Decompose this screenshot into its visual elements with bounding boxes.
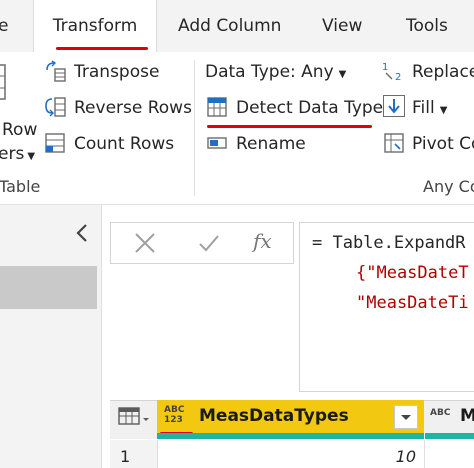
rename-button[interactable]: Rename bbox=[236, 133, 306, 155]
tab-add-column[interactable]: Add Column bbox=[178, 0, 281, 52]
data-type-dropdown[interactable]: Data Type: Any ▼ bbox=[205, 61, 346, 86]
svg-text:1: 1 bbox=[382, 62, 388, 73]
transpose-button[interactable]: Transpose bbox=[74, 61, 159, 83]
transpose-icon bbox=[44, 60, 66, 82]
annotation-underline-detect bbox=[207, 125, 372, 128]
next-column-quality-bar bbox=[425, 433, 474, 439]
insert-function-button[interactable]: fx bbox=[253, 229, 272, 253]
tab-view[interactable]: View bbox=[322, 0, 362, 52]
commit-formula-icon[interactable] bbox=[197, 231, 219, 253]
ribbon-tab-bar: e Transform Add Column View Tools bbox=[0, 0, 474, 53]
replace-values-icon: 12 bbox=[381, 60, 403, 83]
data-type-label: Data Type: Any bbox=[205, 62, 334, 82]
chevron-down-icon: ▼ bbox=[338, 69, 347, 80]
group-label-table: Table bbox=[0, 177, 41, 196]
next-column-type-icon[interactable]: ABC bbox=[430, 408, 450, 418]
formula-line-2: {"MeasDateT bbox=[356, 263, 469, 283]
column-header-measdatatypes[interactable]: ABC 123 MeasDataTypes bbox=[157, 400, 424, 433]
svg-text:2: 2 bbox=[395, 72, 401, 82]
group-label-any-column: Any Co bbox=[423, 177, 474, 196]
formula-line-1: = Table.ExpandR bbox=[312, 233, 466, 253]
reverse-rows-button[interactable]: Reverse Rows bbox=[74, 97, 192, 119]
ribbon-separator bbox=[194, 60, 195, 196]
cancel-formula-icon[interactable] bbox=[133, 231, 155, 253]
count-rows-icon bbox=[44, 132, 66, 154]
selected-query-item[interactable] bbox=[0, 266, 97, 309]
formula-controls: fx bbox=[110, 222, 294, 264]
table-row[interactable]: 1 10 bbox=[110, 440, 474, 468]
detect-data-type-icon bbox=[206, 96, 228, 118]
reverse-rows-icon bbox=[44, 96, 66, 118]
tab-transform[interactable]: Transform bbox=[33, 0, 157, 53]
headers-dropdown-partial[interactable]: ers ▼ bbox=[0, 143, 35, 168]
count-rows-button[interactable]: Count Rows bbox=[74, 133, 174, 155]
column-header-label: MeasDataTypes bbox=[199, 406, 349, 426]
fill-down-icon bbox=[383, 95, 405, 117]
next-column-header-partial[interactable]: M bbox=[460, 406, 474, 426]
tab-tools[interactable]: Tools bbox=[406, 0, 448, 52]
cell-measdatatypes[interactable]: 10 bbox=[158, 440, 425, 468]
headers-label: ers bbox=[0, 144, 25, 164]
column-filter-dropdown-icon[interactable] bbox=[394, 405, 418, 429]
fill-dropdown[interactable]: Fill ▼ bbox=[412, 97, 447, 122]
cell-value: 10 bbox=[395, 447, 416, 466]
pivot-column-icon bbox=[383, 132, 405, 154]
annotation-underline-transform bbox=[56, 47, 148, 50]
chevron-down-icon: ▼ bbox=[27, 151, 36, 162]
chevron-down-icon: ▼ bbox=[439, 105, 448, 116]
tab-home-partial[interactable]: e bbox=[0, 0, 8, 52]
column-type-any-icon[interactable]: ABC 123 bbox=[164, 405, 188, 425]
row-index: 1 bbox=[120, 447, 131, 466]
use-first-row-partial[interactable]: Row bbox=[2, 119, 37, 141]
rename-icon bbox=[206, 132, 228, 154]
column-quality-bar bbox=[157, 433, 424, 439]
pivot-column-button[interactable]: Pivot Co bbox=[412, 133, 474, 155]
replace-values-button[interactable]: Replace bbox=[412, 61, 474, 83]
formula-line-3: "MeasDateTi bbox=[356, 293, 469, 313]
row-index-cell: 1 bbox=[110, 440, 158, 468]
queries-pane bbox=[0, 205, 102, 468]
detect-data-type-button[interactable]: Detect Data Type bbox=[236, 97, 383, 119]
fill-label: Fill bbox=[412, 98, 435, 118]
table-menu-icon[interactable] bbox=[118, 406, 154, 428]
collapse-pane-chevron-icon[interactable] bbox=[72, 222, 94, 244]
formula-editor[interactable]: = Table.ExpandR {"MeasDateT "MeasDateTi bbox=[299, 222, 474, 392]
table-icon bbox=[0, 64, 6, 100]
